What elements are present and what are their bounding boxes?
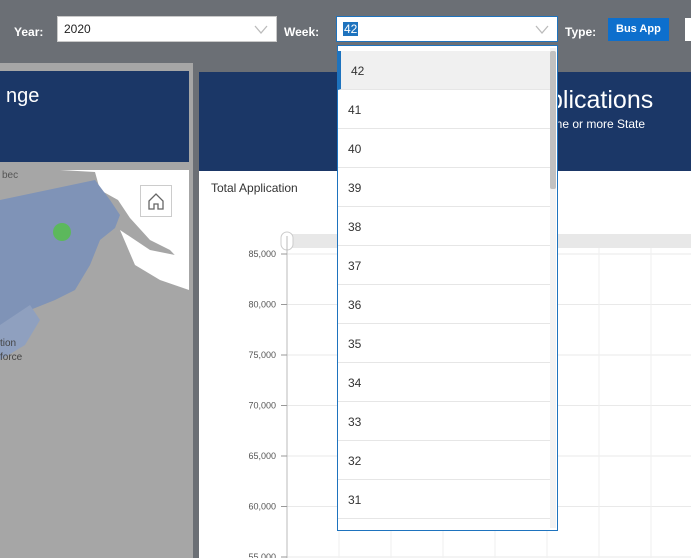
week-option-33[interactable]: 33 bbox=[338, 402, 550, 441]
week-option-37[interactable]: 37 bbox=[338, 246, 550, 285]
week-option-41[interactable]: 41 bbox=[338, 90, 550, 129]
week-option-label: 37 bbox=[348, 259, 362, 273]
dashboard: Year: 2020 Week: 42 Type: Bus App nge be… bbox=[0, 0, 691, 558]
right-panel-title: plications bbox=[549, 86, 654, 114]
week-option-36[interactable]: 36 bbox=[338, 285, 550, 324]
week-option-label: 41 bbox=[348, 103, 362, 117]
year-label: Year: bbox=[14, 25, 44, 39]
week-dropdown-list[interactable]: 42 41 40 39 38 37 36 35 34 33 32 31 bbox=[337, 45, 558, 531]
week-option-35[interactable]: 35 bbox=[338, 324, 550, 363]
week-option-39[interactable]: 39 bbox=[338, 168, 550, 207]
week-select[interactable]: 42 bbox=[336, 16, 558, 42]
week-option-label: 39 bbox=[348, 181, 362, 195]
week-option-label: 34 bbox=[348, 376, 362, 390]
left-panel-header: nge bbox=[0, 71, 189, 162]
y-tick-label: 60,000 bbox=[248, 502, 276, 512]
type-label: Type: bbox=[565, 25, 597, 39]
week-option-label: 42 bbox=[351, 64, 365, 78]
week-option-32[interactable]: 32 bbox=[338, 441, 550, 480]
week-option-34[interactable]: 34 bbox=[338, 363, 550, 402]
right-panel-subtitle: one or more State bbox=[549, 117, 646, 131]
week-option-31[interactable]: 31 bbox=[338, 480, 550, 519]
y-tick-label: 80,000 bbox=[248, 300, 276, 310]
chevron-down-icon bbox=[535, 25, 549, 34]
week-option-label: 36 bbox=[348, 298, 362, 312]
week-option-38[interactable]: 38 bbox=[338, 207, 550, 246]
week-option-label: 32 bbox=[348, 454, 362, 468]
map-view[interactable]: bec tion force bbox=[0, 170, 189, 558]
left-panel-title: nge bbox=[6, 85, 40, 107]
week-select-value-wrap: 42 bbox=[343, 22, 359, 36]
week-option-label: 33 bbox=[348, 415, 362, 429]
left-panel: nge bec tion force bbox=[0, 63, 193, 558]
map-home-button[interactable] bbox=[140, 185, 172, 217]
year-select[interactable]: 2020 bbox=[57, 16, 277, 42]
home-icon bbox=[148, 193, 164, 210]
type-next-button[interactable] bbox=[685, 18, 691, 41]
y-axis: 85,000 80,000 75,000 70,000 65,000 60,000 55,0… bbox=[248, 249, 287, 558]
week-select-value: 42 bbox=[343, 22, 359, 36]
y-tick-label: 75,000 bbox=[248, 350, 276, 360]
week-option-label: 38 bbox=[348, 220, 362, 234]
type-bus-app-button[interactable]: Bus App bbox=[608, 18, 669, 41]
week-label: Week: bbox=[284, 25, 320, 39]
chevron-down-icon bbox=[254, 25, 268, 34]
map-marker[interactable] bbox=[53, 223, 71, 241]
year-select-value: 2020 bbox=[64, 22, 91, 36]
map-label-2: tion bbox=[0, 338, 16, 349]
map-label-1: bec bbox=[2, 170, 18, 181]
y-tick-label: 85,000 bbox=[248, 249, 276, 259]
map-canvas: bec tion force bbox=[0, 170, 189, 558]
y-tick-label: 70,000 bbox=[248, 401, 276, 411]
week-option-42[interactable]: 42 bbox=[338, 51, 550, 90]
week-option-40[interactable]: 40 bbox=[338, 129, 550, 168]
week-option-label: 40 bbox=[348, 142, 362, 156]
dropdown-scrollbar-thumb[interactable] bbox=[550, 51, 556, 189]
y-tick-label: 65,000 bbox=[248, 451, 276, 461]
week-option-label: 35 bbox=[348, 337, 362, 351]
map-label-3: force bbox=[0, 352, 23, 363]
y-tick-label: 55,000 bbox=[248, 552, 276, 558]
week-option-label: 31 bbox=[348, 493, 362, 507]
